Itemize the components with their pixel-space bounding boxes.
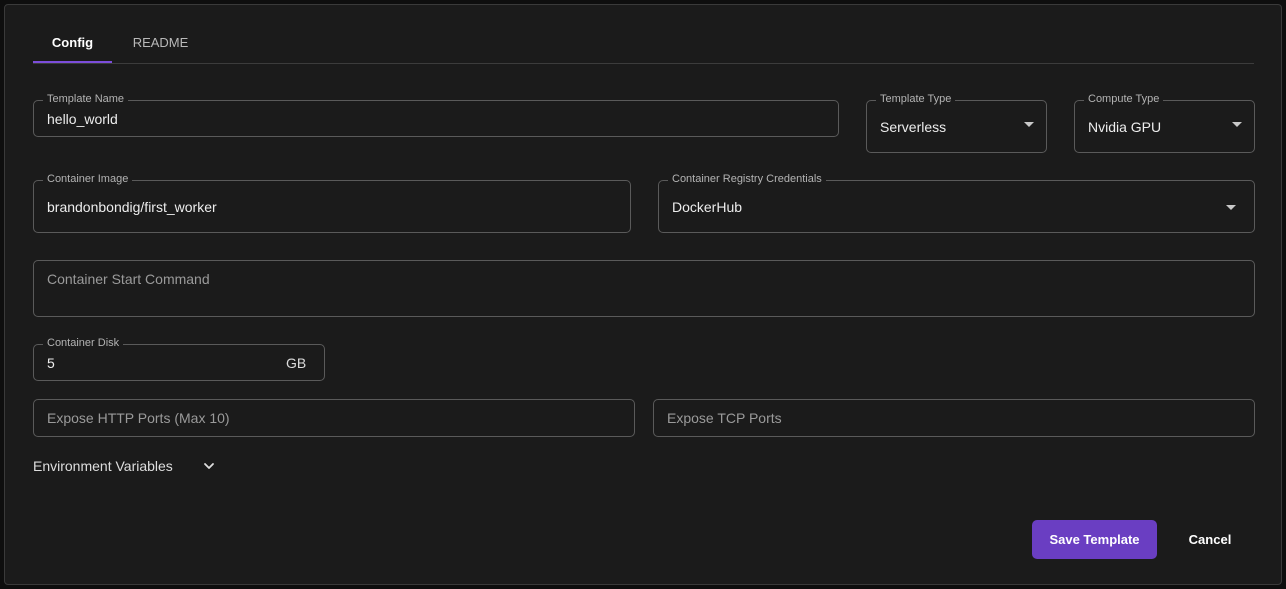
tab-config[interactable]: Config <box>33 30 112 63</box>
template-type-label: Template Type <box>876 92 956 106</box>
compute-type-value: Nvidia GPU <box>1088 119 1162 135</box>
tab-readme[interactable]: README <box>123 30 198 63</box>
save-template-button[interactable]: Save Template <box>1032 520 1157 559</box>
tcp-ports-placeholder: Expose TCP Ports <box>667 410 782 426</box>
caret-down-icon <box>1024 122 1034 127</box>
http-ports-placeholder: Expose HTTP Ports (Max 10) <box>47 410 230 426</box>
template-dialog: Config README Template Name hello_world … <box>4 4 1282 585</box>
registry-credentials-label: Container Registry Credentials <box>668 172 826 186</box>
container-disk-unit: GB <box>286 355 307 371</box>
container-image-field[interactable]: Container Image brandonbondig/first_work… <box>33 172 631 233</box>
caret-down-icon <box>1232 122 1242 127</box>
http-ports-field[interactable]: Expose HTTP Ports (Max 10) <box>33 399 635 437</box>
start-command-field[interactable]: Container Start Command <box>33 260 1255 317</box>
tab-bar: Config README <box>33 30 1254 64</box>
container-image-value: brandonbondig/first_worker <box>47 199 217 215</box>
start-command-placeholder: Container Start Command <box>47 271 210 287</box>
template-name-value: hello_world <box>47 111 118 127</box>
tcp-ports-field[interactable]: Expose TCP Ports <box>653 399 1255 437</box>
container-disk-label: Container Disk <box>43 336 124 350</box>
template-type-value: Serverless <box>880 119 947 135</box>
template-type-select[interactable]: Template Type Serverless <box>866 92 1047 153</box>
cancel-button[interactable]: Cancel <box>1175 520 1245 559</box>
registry-credentials-select[interactable]: Container Registry Credentials DockerHub <box>658 172 1255 233</box>
chevron-down-icon <box>204 463 214 469</box>
environment-variables-label: Environment Variables <box>33 458 173 474</box>
registry-credentials-value: DockerHub <box>672 199 743 215</box>
compute-type-label: Compute Type <box>1084 92 1164 106</box>
container-image-label: Container Image <box>43 172 133 186</box>
template-name-label: Template Name <box>43 92 129 106</box>
container-disk-value: 5 <box>47 355 55 371</box>
container-disk-field[interactable]: Container Disk 5 GB <box>33 336 325 381</box>
template-name-field[interactable]: Template Name hello_world <box>33 92 839 137</box>
caret-down-icon <box>1226 205 1236 210</box>
compute-type-select[interactable]: Compute Type Nvidia GPU <box>1074 92 1255 153</box>
